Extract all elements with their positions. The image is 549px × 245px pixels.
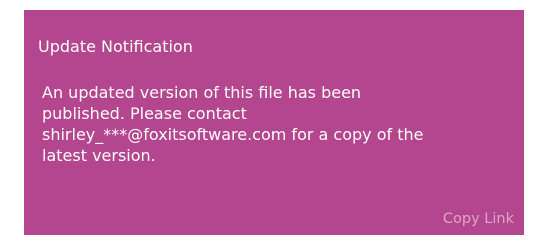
message-line: published. Please contact (42, 104, 247, 123)
notification-message: An updated version of this file has been… (42, 82, 520, 166)
update-notification-panel: Update Notification An updated version o… (24, 10, 524, 235)
copy-link-button[interactable]: Copy Link (443, 210, 514, 228)
message-line: latest version. (42, 146, 156, 165)
message-line: An updated version of this file has been (42, 83, 362, 102)
message-line: shirley_***@foxitsoftware.com for a copy… (42, 125, 424, 144)
notification-title: Update Notification (38, 37, 193, 56)
